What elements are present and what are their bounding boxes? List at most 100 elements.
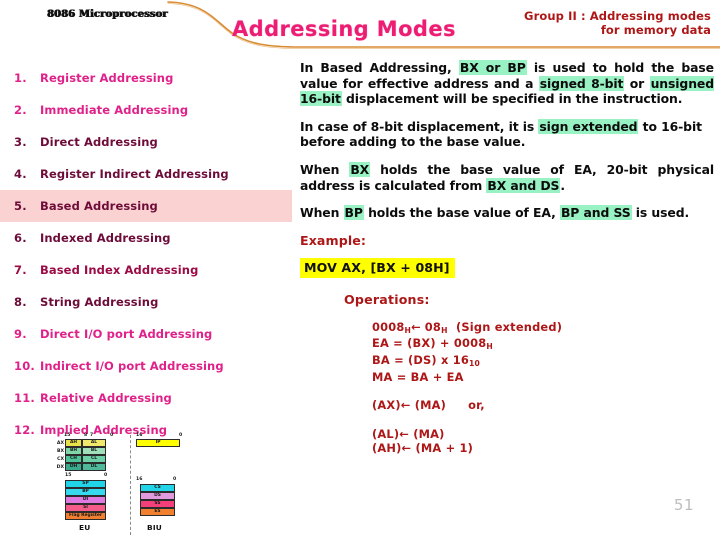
mode-item-label: Based Index Addressing [40, 263, 199, 277]
op1-sub-b: H [441, 325, 448, 335]
mode-item-label: Relative Addressing [40, 391, 172, 405]
mode-item-label: Indirect I/O port Addressing [40, 359, 224, 373]
mode-item-number: 1. [14, 71, 27, 85]
mode-item-number: 9. [14, 327, 27, 341]
p2-text-1: In case of 8-bit displacement, it is [300, 118, 539, 134]
mode-item-6[interactable]: 6. Indexed Addressing [0, 222, 292, 254]
diagram-cell-BL: BL [82, 447, 106, 455]
diagram-register-name: BX [56, 449, 64, 454]
op5-or: or, [468, 398, 485, 413]
slide-header: 8086 Microprocessor Addressing Modes Gro… [0, 0, 720, 56]
paragraph-sign-extension: In case of 8-bit displacement, it is sig… [300, 118, 714, 150]
p4-highlight-bp: BP [343, 205, 364, 221]
diagram-scale-label: 7 [90, 433, 94, 438]
diagram-divider [130, 435, 131, 535]
diagram-scale-label: 16 [136, 433, 143, 438]
p1-text-3: or [624, 75, 650, 91]
diagram-cell-DS: DS [140, 492, 175, 500]
op1-arrow-icon: ← [411, 319, 421, 334]
p3-highlight-bx-and-ds: BX and DS [486, 177, 561, 193]
paragraph-based-addressing: In Based Addressing, BX or BP is used to… [300, 60, 714, 107]
mode-item-9[interactable]: 9. Direct I/O port Addressing [0, 318, 292, 350]
operations-block-3: (AL)← (MA) (AH)← (MA + 1) [372, 427, 714, 456]
content-panel: In Based Addressing, BX or BP is used to… [300, 60, 714, 456]
addressing-modes-list: 1. Register Addressing 2. Immediate Address… [0, 62, 292, 446]
mode-item-number: 4. [14, 167, 27, 181]
mode-item-2[interactable]: 2. Immediate Addressing [0, 94, 292, 126]
diagram-cell-AH: AH [65, 439, 82, 447]
mode-item-number: 5. [14, 199, 27, 213]
op5-text: (AX)← (MA) [372, 398, 447, 413]
diagram-cell-BH: BH [65, 447, 82, 455]
diagram-scale-label: 0 [104, 473, 108, 478]
p1-highlight-signed-8bit: signed 8-bit [538, 75, 625, 91]
operation-line-7: (AH)← (MA + 1) [372, 441, 474, 456]
group-label-line1: Group II : Addressing modes [524, 9, 711, 23]
operations-block-1: 0008H← 08H (Sign extended) EA = (BX) + 0… [372, 320, 714, 384]
diagram-cell-DL: DL [82, 463, 106, 471]
mode-item-label: Direct Addressing [40, 135, 158, 149]
op1-sub-a: H [404, 325, 412, 335]
op3-sub: 10 [468, 358, 480, 368]
mode-item-number: 6. [14, 231, 27, 245]
p2-highlight-sign-extended: sign extended [538, 118, 639, 134]
mode-item-number: 3. [14, 135, 27, 149]
diagram-cell-si: SI [65, 504, 106, 512]
mode-item-4[interactable]: 4. Register Indirect Addressing [0, 158, 292, 190]
page-number: 51 [673, 496, 694, 514]
diagram-register-name: CX [57, 457, 64, 462]
mode-item-number: 11. [14, 391, 35, 405]
example-instruction: MOV AX, [BX + 08H] [300, 257, 455, 278]
diagram-cell-IP: IP [136, 439, 180, 447]
p4-highlight-bp-and-ss: BP and SS [559, 205, 632, 221]
mode-item-label: Based Addressing [40, 199, 158, 213]
mode-item-label: Indexed Addressing [40, 231, 171, 245]
diagram-cell-DH: DH [65, 463, 82, 471]
diagram-register-name: DX [56, 465, 64, 470]
diagram-cell-di: DI [65, 496, 106, 504]
diagram-cell-ES: ES [140, 508, 175, 516]
paragraph-bp-base: When BP holds the base value of EA, BP a… [300, 205, 714, 221]
mode-item-label: String Addressing [40, 295, 159, 309]
diagram-scale-label: 0 [179, 433, 183, 438]
p3-text-1: When [300, 161, 350, 177]
mode-item-3[interactable]: 3. Direct Addressing [0, 126, 292, 158]
page-title: Addressing Modes [232, 17, 456, 41]
mode-item-8[interactable]: 8. String Addressing [0, 286, 292, 318]
op2-text: EA = (BX) + 0008 [372, 336, 487, 351]
mode-item-label: Direct I/O port Addressing [40, 327, 213, 341]
op1-note: (Sign extended) [455, 319, 563, 334]
mode-item-number: 7. [14, 263, 27, 277]
diagram-cell-CH: CH [65, 455, 82, 463]
operation-line-4: MA = BA + EA [372, 369, 464, 384]
p4-text-3: is used. [631, 205, 690, 221]
register-architecture-diagram: 15 8 7 0 AX AH AL BX BH BL CX CH CL DX DH DL 15 0 SP BP DI SI… [54, 433, 214, 537]
diagram-scale-label: 16 [136, 477, 143, 482]
diagram-cell-CS: CS [140, 484, 175, 492]
mode-item-11[interactable]: 11. Relative Addressing [0, 382, 292, 414]
p4-text-1: When [300, 205, 344, 221]
mode-item-7[interactable]: 7. Based Index Addressing [0, 254, 292, 286]
mode-item-number: 12. [14, 423, 35, 437]
mode-item-1[interactable]: 1. Register Addressing [0, 62, 292, 94]
operations-heading: Operations: [344, 291, 430, 307]
mode-item-label: Register Addressing [40, 71, 174, 85]
diagram-eu-label: EU [79, 523, 91, 532]
diagram-cell-bp: BP [65, 488, 106, 496]
p1-text-1: In Based Addressing, [300, 60, 459, 75]
operation-line-2: EA = (BX) + 0008H [372, 336, 714, 353]
mode-item-5[interactable]: 5. Based Addressing [0, 190, 292, 222]
diagram-scale-label: 0 [110, 433, 114, 438]
mode-item-10[interactable]: 10. Indirect I/O port Addressing [0, 350, 292, 382]
group-label: Group II : Addressing modes for memory d… [524, 9, 711, 37]
example-heading: Example: [300, 232, 367, 248]
op1-value-b: 08 [424, 319, 442, 334]
diagram-scale-label: 8 [84, 433, 88, 438]
diagram-scale-label: 15 [65, 473, 72, 478]
op1-value-a: 0008 [372, 319, 405, 334]
mode-item-number: 10. [14, 359, 35, 373]
diagram-cell-CL: CL [82, 455, 106, 463]
p4-text-2: holds the base value of EA, [363, 205, 560, 221]
operation-line-3: BA = (DS) x 1610 [372, 353, 714, 370]
p1-highlight-bx-or-bp: BX or BP [458, 60, 527, 75]
